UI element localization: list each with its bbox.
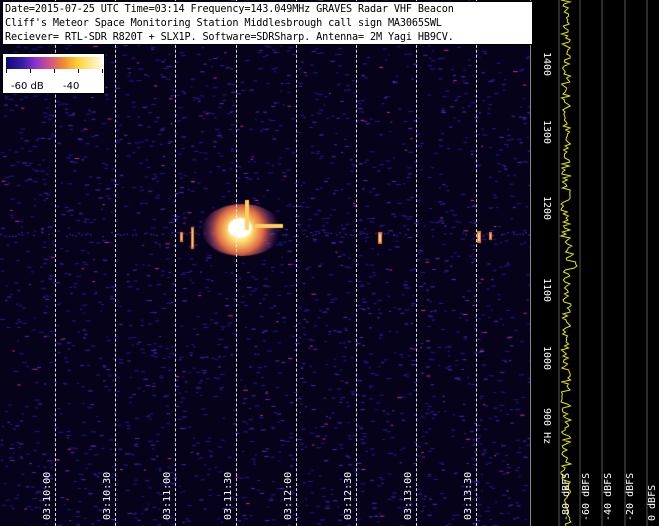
spectrum-line	[559, 0, 578, 526]
frequency-label: 1100	[541, 278, 552, 303]
dbfs-label: -60 dBFS	[581, 472, 592, 521]
time-label: 03:11:00	[162, 471, 173, 520]
legend-tick	[6, 69, 7, 73]
time-label: 03:12:00	[283, 471, 294, 520]
time-label: 03:10:30	[102, 471, 113, 520]
time-label: 03:13:30	[463, 471, 474, 520]
time-label: 03:11:30	[223, 471, 234, 520]
frequency-label: 1000	[541, 346, 552, 371]
color-scale-legend: -60 dB -40	[2, 53, 105, 94]
time-gridline	[296, 0, 297, 526]
station-info-box: Date=2015-07-25 UTC Time=03:14 Frequency…	[2, 1, 533, 45]
dbfs-label: 0 dBFS	[647, 484, 658, 521]
time-label: 03:13:00	[403, 471, 414, 520]
frequency-axis: 1400 1300 1200 1100 1000 900 Hz	[530, 0, 557, 526]
legend-tick	[30, 69, 31, 73]
info-line-station: Cliff's Meteor Space Monitoring Station …	[5, 18, 442, 29]
frequency-label: 900 Hz	[541, 408, 552, 445]
legend-high-label: -40	[63, 81, 80, 92]
time-gridline	[476, 0, 477, 526]
info-line-date-frequency: Date=2015-07-25 UTC Time=03:14 Frequency…	[5, 4, 454, 15]
time-gridline	[416, 0, 417, 526]
frequency-axis-line	[530, 0, 531, 526]
spectrum-panel: -80 dBFS -60 dBFS -40 dBFS -20 dBFS 0 dBFS	[557, 0, 659, 526]
color-scale-bar	[6, 57, 102, 69]
time-label: 03:10:00	[42, 471, 53, 520]
time-gridline	[356, 0, 357, 526]
info-line-receiver: Reciever= RTL-SDR R820T + SLX1P. Softwar…	[5, 32, 454, 43]
legend-tick	[78, 69, 79, 73]
frequency-label: 1300	[541, 120, 552, 145]
frequency-label: 1400	[541, 52, 552, 77]
time-gridline	[175, 0, 176, 526]
time-gridline	[115, 0, 116, 526]
time-label: 03:12:30	[343, 471, 354, 520]
frequency-label: 1200	[541, 196, 552, 221]
dbfs-label: -80 dBFS	[561, 472, 572, 521]
spectrum-trace	[558, 0, 648, 526]
legend-low-label: -60 dB	[11, 81, 44, 92]
dbfs-label: -20 dBFS	[625, 472, 636, 521]
legend-tick	[102, 69, 103, 73]
dbfs-label: -40 dBFS	[603, 472, 614, 521]
legend-tick	[54, 69, 55, 73]
time-gridline	[236, 0, 237, 526]
